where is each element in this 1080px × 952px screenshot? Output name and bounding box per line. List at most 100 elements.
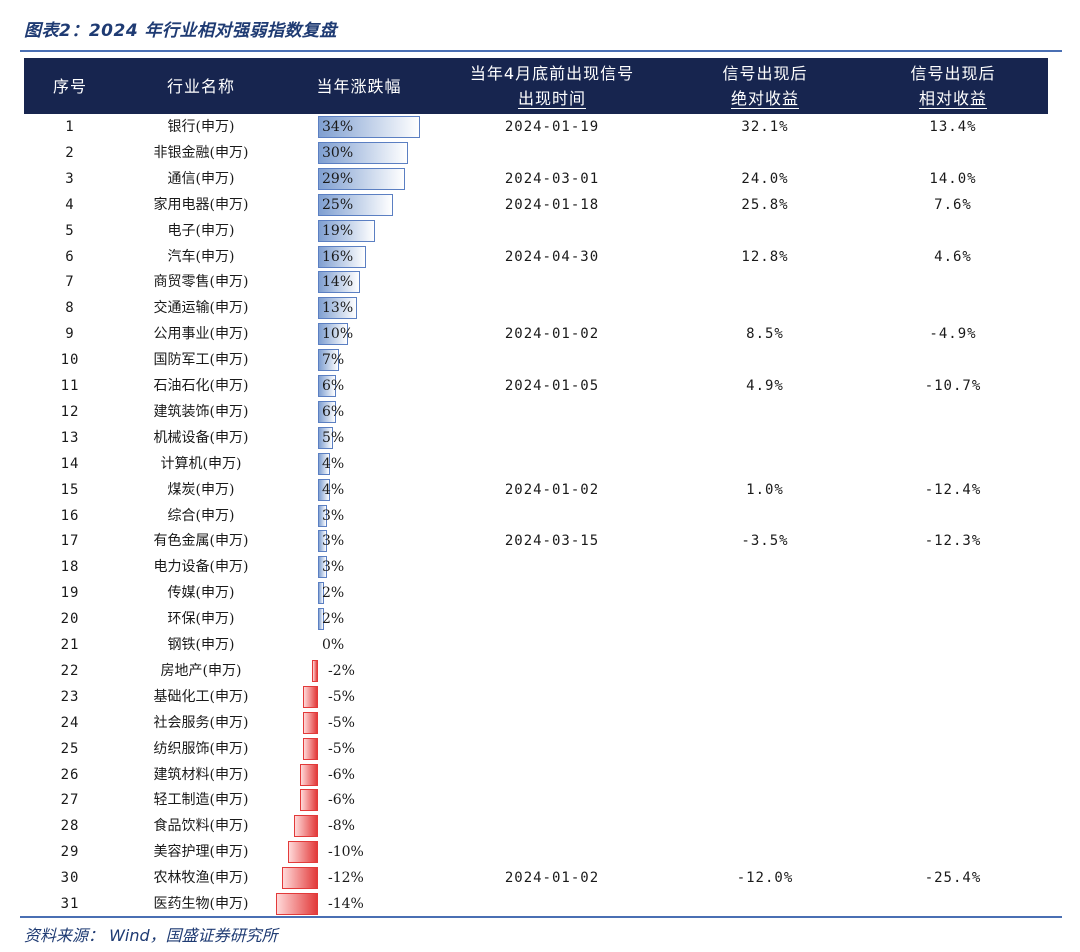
change-label: 3%	[322, 533, 345, 550]
change-label: 2%	[322, 611, 345, 628]
change-bar	[303, 685, 318, 708]
row-absolute-return: 12.8%	[741, 248, 789, 265]
row-absolute-return	[672, 347, 858, 373]
row-signal-date	[432, 554, 672, 580]
row-industry-name: 银行(申万)	[167, 119, 235, 135]
header-index: 序号	[52, 76, 87, 96]
row-signal-date	[432, 218, 672, 244]
table-row: 5 电子(申万) 19%	[24, 218, 1048, 244]
change-bar	[288, 841, 318, 864]
row-industry-name: 通信(申万)	[167, 170, 235, 187]
change-label: 30%	[322, 144, 354, 161]
table-row: 18 电力设备(申万) 3%	[24, 554, 1048, 580]
header-annual-change: 当年涨跌幅	[316, 76, 402, 96]
change-label: -6%	[328, 792, 355, 809]
table-header: 序号 行业名称 当年涨跌幅 当年4月底前出现信号 出现时间 信号出现后 绝对收益 信…	[24, 58, 1048, 114]
row-signal-date: 2024-04-30	[504, 248, 600, 265]
row-index: 25	[60, 740, 80, 757]
row-signal-date	[432, 787, 672, 813]
row-absolute-return	[672, 218, 858, 244]
row-relative-return: -12.3%	[924, 533, 982, 550]
row-industry-name: 电力设备(申万)	[153, 559, 249, 576]
row-industry-name: 公用事业(申万)	[153, 326, 249, 343]
row-relative-return	[858, 218, 1048, 244]
row-index: 18	[60, 559, 80, 576]
table-row: 13 机械设备(申万) 5%	[24, 425, 1048, 451]
row-relative-return	[858, 658, 1048, 684]
change-bar	[303, 737, 318, 760]
change-label: 10%	[322, 326, 354, 343]
row-relative-return: 7.6%	[934, 196, 972, 213]
table-row: 29 美容护理(申万) -10%	[24, 839, 1048, 865]
row-relative-return	[858, 399, 1048, 425]
change-label: -6%	[328, 766, 355, 783]
change-label: -5%	[328, 714, 355, 731]
row-signal-date	[432, 762, 672, 788]
row-index: 9	[65, 326, 75, 343]
row-absolute-return	[672, 891, 858, 917]
table-row: 2 非银金融(申万) 30%	[24, 140, 1048, 166]
row-index: 12	[60, 403, 80, 420]
change-label: 34%	[322, 119, 354, 135]
table-row: 15 煤炭(申万) 4% 2024-01-02 1.0% -12.4%	[24, 477, 1048, 503]
row-signal-date	[432, 839, 672, 865]
row-absolute-return	[672, 787, 858, 813]
row-signal-date: 2024-01-02	[504, 870, 600, 887]
table-row: 21 钢铁(申万) 0%	[24, 632, 1048, 658]
row-index: 15	[60, 481, 80, 498]
table-row: 22 房地产(申万) -2%	[24, 658, 1048, 684]
change-label: 13%	[322, 300, 354, 317]
table-row: 16 综合(申万) 3%	[24, 503, 1048, 529]
row-index: 27	[60, 792, 80, 809]
row-absolute-return	[672, 554, 858, 580]
row-index: 30	[60, 870, 80, 887]
header-relative-return: 信号出现后 相对收益	[910, 64, 996, 108]
change-bar	[294, 815, 318, 838]
row-signal-date: 2024-01-19	[504, 119, 600, 135]
table-row: 4 家用电器(申万) 25% 2024-01-18 25.8% 7.6%	[24, 192, 1048, 218]
row-relative-return: 14.0%	[929, 170, 977, 187]
row-relative-return	[858, 425, 1048, 451]
row-relative-return	[858, 632, 1048, 658]
row-absolute-return	[672, 580, 858, 606]
row-industry-name: 轻工制造(申万)	[153, 792, 249, 809]
row-signal-date: 2024-03-01	[504, 170, 600, 187]
row-signal-date	[432, 632, 672, 658]
row-index: 22	[60, 662, 80, 679]
bottom-divider	[20, 916, 1062, 918]
row-index: 26	[60, 766, 80, 783]
row-signal-date: 2024-01-02	[504, 326, 600, 343]
change-label: 5%	[322, 429, 345, 446]
row-absolute-return: 32.1%	[741, 119, 789, 135]
change-label: 14%	[322, 274, 354, 291]
row-absolute-return	[672, 140, 858, 166]
row-absolute-return	[672, 451, 858, 477]
change-bar	[282, 867, 318, 890]
row-relative-return: -12.4%	[924, 481, 982, 498]
table-row: 8 交通运输(申万) 13%	[24, 295, 1048, 321]
row-signal-date	[432, 140, 672, 166]
change-label: 4%	[322, 481, 345, 498]
row-industry-name: 机械设备(申万)	[153, 429, 249, 446]
row-relative-return	[858, 684, 1048, 710]
row-index: 10	[60, 352, 80, 369]
row-relative-return: 4.6%	[934, 248, 972, 265]
row-industry-name: 建筑材料(申万)	[153, 766, 249, 783]
change-label: 19%	[322, 222, 354, 239]
row-index: 24	[60, 714, 80, 731]
row-signal-date	[432, 347, 672, 373]
change-label: -2%	[328, 662, 355, 679]
row-industry-name: 钢铁(申万)	[167, 637, 235, 653]
row-index: 13	[60, 429, 80, 446]
row-relative-return	[858, 606, 1048, 632]
table-row: 24 社会服务(申万) -5%	[24, 710, 1048, 736]
table-row: 14 计算机(申万) 4%	[24, 451, 1048, 477]
row-index: 28	[60, 818, 80, 835]
row-absolute-return: 4.9%	[746, 378, 784, 394]
row-signal-date	[432, 606, 672, 632]
row-absolute-return: 24.0%	[741, 170, 789, 187]
row-relative-return	[858, 787, 1048, 813]
row-industry-name: 交通运输(申万)	[153, 300, 249, 317]
change-bar	[300, 789, 318, 812]
row-signal-date	[432, 425, 672, 451]
